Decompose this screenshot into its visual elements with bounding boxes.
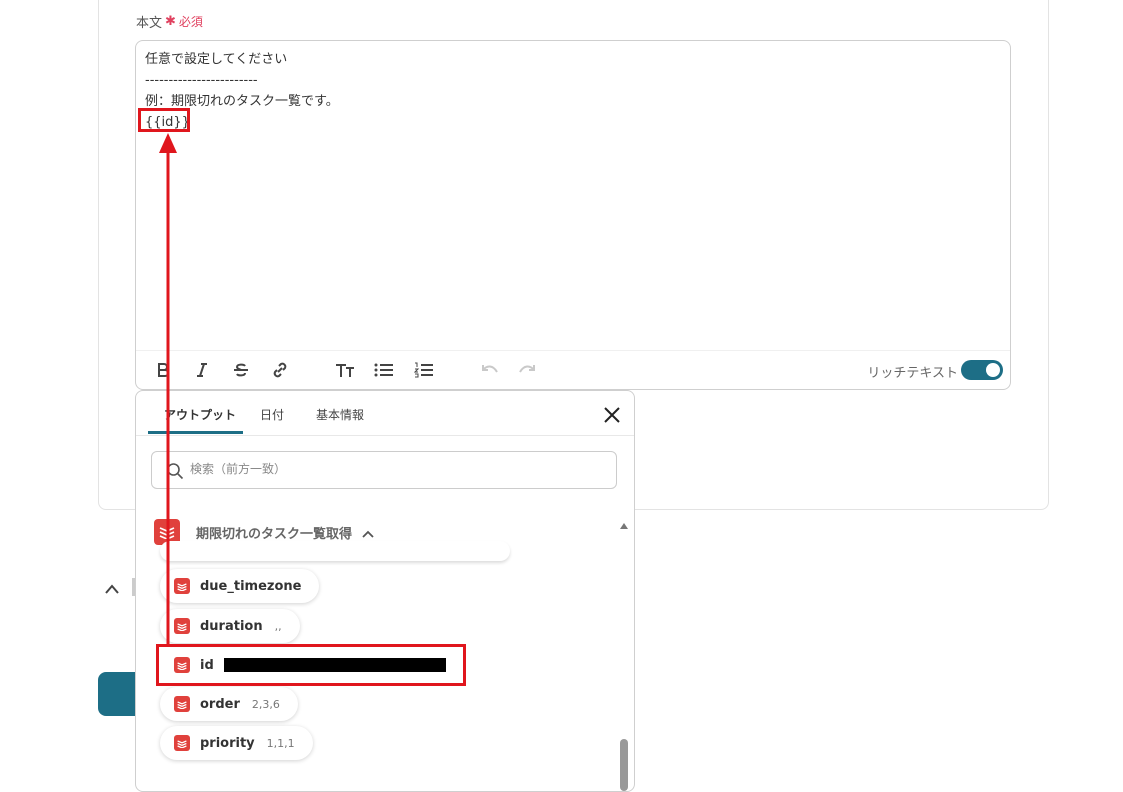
required-badge: 必須 (178, 15, 203, 29)
editor-line: 任意で設定してください (145, 52, 288, 67)
close-icon[interactable] (602, 405, 622, 425)
tab-output[interactable]: アウトプット (164, 406, 236, 423)
bold-icon[interactable] (152, 359, 174, 381)
scrollbar-thumb[interactable] (620, 739, 628, 791)
tab-basic-info[interactable]: 基本情報 (316, 406, 364, 423)
field-label-text: 本文 (136, 16, 163, 31)
item-name: due_timezone (200, 578, 302, 594)
rich-text-label: リッチテキスト (867, 366, 958, 381)
bullet-list-icon[interactable] (373, 359, 395, 381)
field-label: 本文 ✱ 必須 (136, 12, 203, 31)
output-item-order[interactable]: order 2,3,6 (160, 687, 298, 721)
todoist-app-icon (174, 735, 190, 751)
search-field[interactable] (151, 451, 617, 489)
editor-toolbar: リッチテキスト (136, 350, 1010, 389)
item-value: 2,3,6 (251, 697, 280, 711)
scroll-up-arrow-icon[interactable] (619, 515, 629, 534)
item-value: ,, (274, 619, 282, 633)
item-name: order (200, 696, 240, 712)
numbered-list-icon[interactable] (413, 359, 435, 381)
rich-text-toggle[interactable] (961, 360, 1003, 380)
italic-icon[interactable] (191, 359, 213, 381)
editor-line: ------------------------ (145, 73, 258, 88)
redo-icon[interactable] (517, 359, 539, 381)
primary-button[interactable] (98, 672, 138, 716)
text-size-icon[interactable] (334, 359, 356, 381)
list-item-partial (160, 541, 510, 561)
output-item-priority[interactable]: priority 1,1,1 (160, 726, 313, 760)
required-star-icon: ✱ (165, 14, 176, 29)
item-name: priority (200, 735, 255, 751)
section-title: 期限切れのタスク一覧取得 (196, 526, 353, 542)
output-item-due-timezone[interactable]: due_timezone (160, 569, 320, 603)
undo-icon[interactable] (478, 359, 500, 381)
annotation-highlight-variable (138, 108, 190, 132)
annotation-highlight-id (156, 644, 466, 686)
strikethrough-icon[interactable] (230, 359, 252, 381)
tab-date[interactable]: 日付 (260, 406, 284, 423)
output-item-duration[interactable]: duration ,, (160, 609, 300, 643)
todoist-app-icon (174, 578, 190, 594)
active-tab-indicator (148, 431, 243, 434)
variable-picker-popup: アウトプット 日付 基本情報 期限切れのタスク一覧取得 due_timezone… (135, 390, 635, 792)
body-editor[interactable]: 任意で設定してください ------------------------ 例：期… (135, 40, 1011, 390)
link-icon[interactable] (269, 359, 291, 381)
todoist-app-icon (174, 696, 190, 712)
item-name: duration (200, 618, 263, 634)
search-input[interactable] (188, 461, 592, 477)
search-icon (166, 462, 184, 480)
chevron-up-icon[interactable] (104, 580, 120, 599)
chevron-up-icon (362, 523, 374, 542)
item-value: 1,1,1 (266, 736, 295, 750)
popup-tabs: アウトプット 日付 基本情報 (136, 391, 634, 436)
todoist-app-icon (174, 618, 190, 634)
